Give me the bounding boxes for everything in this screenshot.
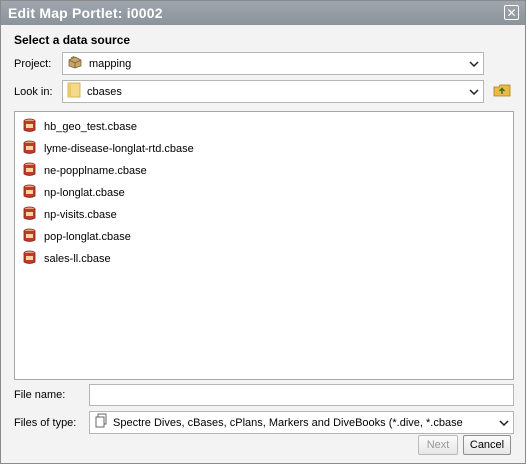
file-name: np-visits.cbase — [44, 209, 117, 221]
files-of-type-value: Spectre Dives, cBases, cPlans, Markers a… — [113, 416, 463, 429]
list-item[interactable]: np-visits.cbase — [23, 206, 117, 224]
file-name-field[interactable] — [89, 384, 514, 406]
look-in-label: Look in: — [14, 86, 53, 98]
list-item[interactable]: ne-popplname.cbase — [23, 162, 147, 180]
files-of-type-select[interactable]: Spectre Dives, cBases, cPlans, Markers a… — [89, 411, 514, 434]
close-button[interactable]: ✕ — [504, 5, 519, 20]
file-name-label: File name: — [14, 389, 66, 401]
file-name: ne-popplname.cbase — [44, 165, 147, 177]
documents-icon — [94, 413, 108, 432]
folder-icon — [67, 82, 81, 101]
edit-map-portlet-dialog: Edit Map Portlet: i0002 ✕ Select a data … — [0, 0, 526, 464]
cbase-icon — [23, 140, 36, 158]
dialog-titlebar: Edit Map Portlet: i0002 ✕ — [1, 1, 525, 25]
cbase-icon — [23, 184, 36, 202]
dialog-title: Edit Map Portlet: i0002 — [8, 5, 163, 21]
cbase-icon — [23, 206, 36, 224]
look-in-select[interactable]: cbases — [62, 80, 484, 103]
project-box-icon — [67, 55, 83, 72]
file-name: pop-longlat.cbase — [44, 231, 131, 243]
file-list[interactable]: hb_geo_test.cbase lyme-disease-longlat-r… — [14, 111, 514, 380]
section-title: Select a data source — [14, 33, 131, 47]
file-name: np-longlat.cbase — [44, 187, 125, 199]
cancel-button[interactable]: Cancel — [463, 435, 511, 455]
list-item[interactable]: lyme-disease-longlat-rtd.cbase — [23, 140, 194, 158]
cbase-icon — [23, 250, 36, 268]
file-name: sales-ll.cbase — [44, 253, 111, 265]
list-item[interactable]: np-longlat.cbase — [23, 184, 125, 202]
file-name: hb_geo_test.cbase — [44, 121, 137, 133]
project-select[interactable]: mapping — [62, 52, 484, 75]
close-icon: ✕ — [506, 5, 517, 20]
folder-up-icon — [493, 83, 511, 100]
files-of-type-label: Files of type: — [14, 417, 77, 429]
file-name: lyme-disease-longlat-rtd.cbase — [44, 143, 194, 155]
cbase-icon — [23, 162, 36, 180]
list-item[interactable]: hb_geo_test.cbase — [23, 118, 137, 136]
chevron-down-icon — [495, 412, 513, 433]
next-button[interactable]: Next — [418, 435, 458, 455]
up-folder-button[interactable] — [492, 82, 512, 100]
chevron-down-icon — [465, 81, 483, 102]
list-item[interactable]: sales-ll.cbase — [23, 250, 111, 268]
cbase-icon — [23, 118, 36, 136]
cbase-icon — [23, 228, 36, 246]
project-value: mapping — [89, 57, 132, 70]
list-item[interactable]: pop-longlat.cbase — [23, 228, 131, 246]
chevron-down-icon — [465, 53, 483, 74]
project-label: Project: — [14, 58, 52, 70]
look-in-value: cbases — [87, 85, 122, 98]
